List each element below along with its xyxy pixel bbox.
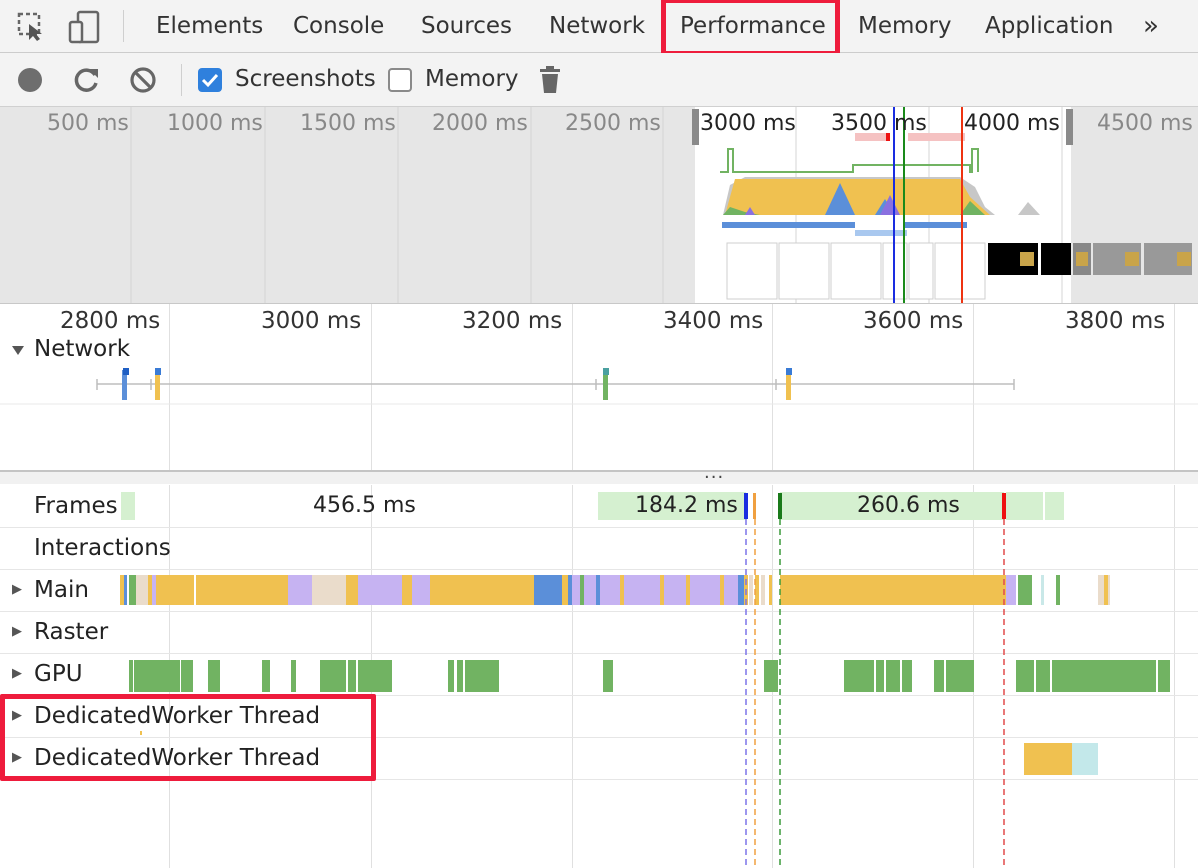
memory-label[interactable]: Memory: [425, 53, 519, 106]
timing-markers: [744, 493, 1006, 868]
devtools-tab-bar: Elements Console Sources Network Perform…: [0, 0, 1198, 56]
performance-toolbar: Screenshots Memory: [0, 53, 1198, 107]
overview-graph: [0, 107, 1198, 303]
tab-application[interactable]: Application: [985, 0, 1114, 52]
device-toolbar-icon[interactable]: [68, 10, 100, 44]
record-button[interactable]: [18, 68, 42, 92]
tab-elements[interactable]: Elements: [156, 0, 263, 52]
network-requests: [0, 368, 1198, 405]
checkmark-icon: [201, 73, 219, 88]
inspect-element-icon[interactable]: [17, 12, 47, 42]
splitter-grip: ...: [704, 462, 725, 483]
overview-label-2000: 2000 ms: [432, 111, 528, 136]
clear-icon[interactable]: [129, 66, 157, 94]
more-tabs-button[interactable]: »: [1143, 0, 1159, 52]
tab-memory[interactable]: Memory: [858, 0, 952, 52]
tab-divider: [123, 10, 124, 42]
garbage-collect-icon[interactable]: [538, 65, 562, 95]
screenshots-checkbox[interactable]: [198, 68, 222, 92]
screenshots-label[interactable]: Screenshots: [235, 53, 376, 106]
memory-checkbox[interactable]: [388, 68, 412, 92]
tab-sources[interactable]: Sources: [421, 0, 512, 52]
overview-label-3500: 3500 ms: [831, 111, 927, 136]
network-section: 2800 ms 3000 ms 3200 ms 3400 ms 3600 ms …: [0, 304, 1198, 470]
performance-tab-highlight: [661, 0, 840, 56]
overview-label-4000: 4000 ms: [964, 111, 1060, 136]
tab-network[interactable]: Network: [549, 0, 645, 52]
overview-label-3000: 3000 ms: [700, 111, 796, 136]
timeline-overview[interactable]: 500 ms 1000 ms 1500 ms 2000 ms 2500 ms 3…: [0, 107, 1198, 304]
overview-label-1000: 1000 ms: [167, 111, 263, 136]
overview-label-500: 500 ms: [47, 111, 129, 136]
splitter-bar[interactable]: ...: [0, 462, 1198, 484]
toolbar-divider: [181, 64, 182, 96]
overview-label-4500: 4500 ms: [1097, 111, 1193, 136]
reload-record-icon[interactable]: [73, 66, 101, 94]
flamechart-tracks: Frames 456.5 ms 184.2 ms 260.6 ms Intera…: [0, 485, 1198, 868]
overview-label-1500: 1500 ms: [300, 111, 396, 136]
overview-label-2500: 2500 ms: [565, 111, 661, 136]
tab-console[interactable]: Console: [293, 0, 384, 52]
